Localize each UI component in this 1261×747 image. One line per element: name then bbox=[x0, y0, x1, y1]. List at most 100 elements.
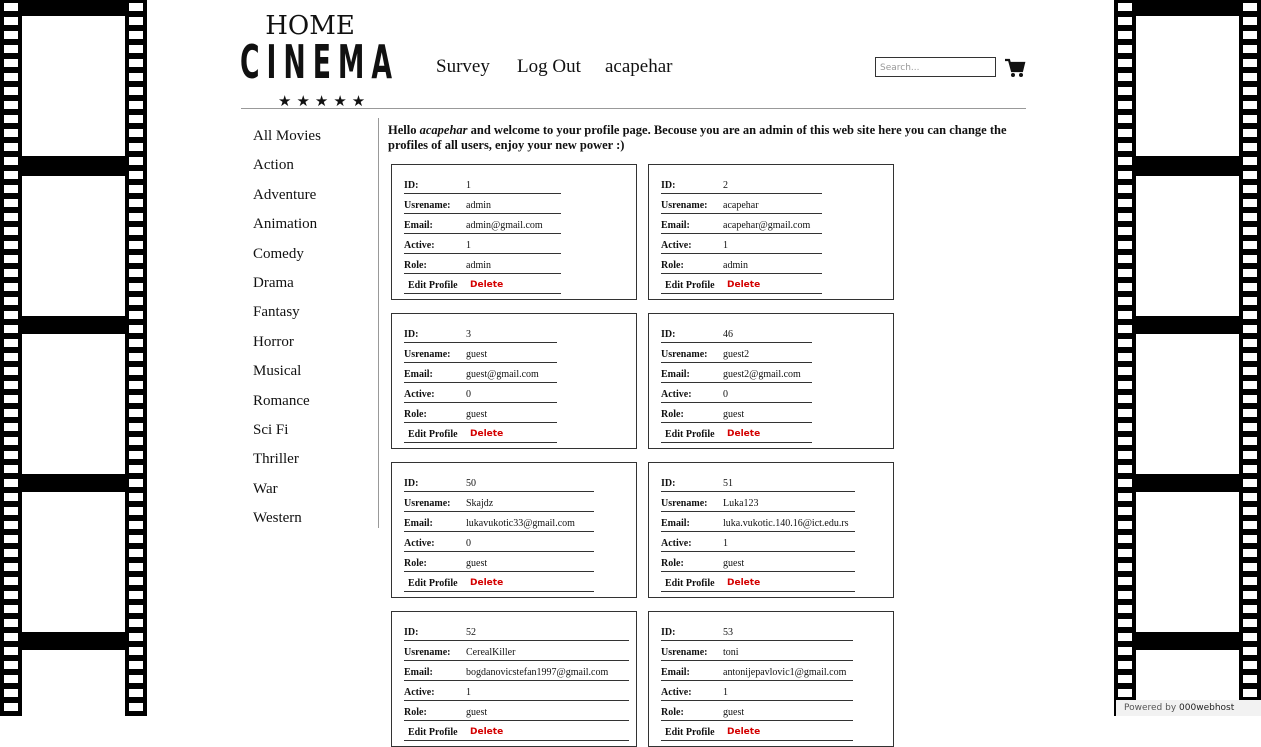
nav-username[interactable]: acapehar bbox=[605, 56, 673, 78]
welcome-message: Hello acapehar and welcome to your profi… bbox=[388, 123, 1048, 153]
welcome-hello: Hello bbox=[388, 123, 420, 137]
edit-profile-link[interactable]: Edit Profile bbox=[408, 727, 458, 738]
field-value: admin bbox=[466, 260, 491, 271]
sidebar-item-adventure[interactable]: Adventure bbox=[253, 185, 321, 214]
user-field-username: Usrename: Skajdz bbox=[404, 495, 594, 512]
film-holes bbox=[129, 0, 143, 716]
nav-survey[interactable]: Survey bbox=[436, 56, 490, 78]
user-field-id: ID: 46 bbox=[661, 326, 812, 343]
sidebar-item-all-movies[interactable]: All Movies bbox=[253, 126, 321, 155]
welcome-username: acapehar bbox=[419, 123, 468, 137]
field-value: 53 bbox=[723, 627, 733, 638]
field-label: Active: bbox=[404, 240, 435, 251]
edit-profile-link[interactable]: Edit Profile bbox=[665, 429, 715, 440]
field-label: Email: bbox=[661, 220, 690, 231]
user-field-role: Role: guest bbox=[661, 406, 812, 423]
field-value: 50 bbox=[466, 478, 476, 489]
edit-profile-link[interactable]: Edit Profile bbox=[408, 578, 458, 589]
film-frame bbox=[22, 492, 125, 632]
nav-username-link[interactable]: acapehar bbox=[605, 56, 673, 77]
sidebar-item-animation[interactable]: Animation bbox=[253, 214, 321, 243]
film-frame bbox=[22, 650, 125, 716]
field-value: guest2@gmail.com bbox=[723, 369, 801, 380]
user-card: ID: 53 Usrename: toni Email: antonijepavlovic… bbox=[648, 611, 894, 747]
sidebar-item-comedy[interactable]: Comedy bbox=[253, 244, 321, 273]
field-label: Email: bbox=[404, 369, 433, 380]
user-field-active: Active: 1 bbox=[404, 684, 629, 701]
user-field-active: Active: 0 bbox=[404, 535, 594, 552]
user-field-username: Usrename: acapehar bbox=[661, 197, 822, 214]
sidebar-item-war[interactable]: War bbox=[253, 479, 321, 508]
edit-profile-link[interactable]: Edit Profile bbox=[665, 280, 715, 291]
field-label: ID: bbox=[661, 627, 676, 638]
edit-profile-link[interactable]: Edit Profile bbox=[408, 280, 458, 291]
sidebar-item-action[interactable]: Action bbox=[253, 155, 321, 184]
field-value: guest bbox=[466, 349, 488, 360]
film-holes bbox=[1118, 0, 1132, 716]
user-field-username: Usrename: Luka123 bbox=[661, 495, 855, 512]
sidebar-item-sci-fi[interactable]: Sci Fi bbox=[253, 420, 321, 449]
user-field-role: Role: guest bbox=[661, 704, 853, 721]
user-field-id: ID: 1 bbox=[404, 177, 561, 194]
field-label: Usrename: bbox=[661, 498, 708, 509]
field-value: Skajdz bbox=[466, 498, 494, 509]
sidebar-item-fantasy[interactable]: Fantasy bbox=[253, 302, 321, 331]
field-value: 0 bbox=[723, 389, 728, 400]
field-label: Active: bbox=[404, 538, 435, 549]
field-value: guest bbox=[723, 558, 745, 569]
user-card: ID: 46 Usrename: guest2 Email: guest2@gmail.c… bbox=[648, 313, 894, 449]
field-label: ID: bbox=[404, 180, 419, 191]
field-label: Role: bbox=[661, 707, 684, 718]
field-label: ID: bbox=[661, 180, 676, 191]
sidebar-item-romance[interactable]: Romance bbox=[253, 391, 321, 420]
delete-link[interactable]: Delete bbox=[470, 578, 503, 588]
hosting-badge[interactable]: Powered by 000webhost bbox=[1116, 700, 1261, 716]
genre-sidebar: All Movies Action Adventure Animation Co… bbox=[253, 126, 321, 537]
edit-profile-link[interactable]: Edit Profile bbox=[408, 429, 458, 440]
field-value: guest bbox=[723, 707, 745, 718]
delete-link[interactable]: Delete bbox=[727, 429, 760, 439]
user-field-role: Role: guest bbox=[404, 406, 557, 423]
site-logo[interactable]: HOME CINEMA ★★★★★ bbox=[240, 12, 410, 110]
search-input[interactable]: Search... bbox=[875, 57, 996, 77]
welcome-text: and welcome to your profile page. Becous… bbox=[388, 123, 1007, 152]
delete-link[interactable]: Delete bbox=[470, 280, 503, 290]
field-label: Usrename: bbox=[404, 200, 451, 211]
delete-link[interactable]: Delete bbox=[470, 429, 503, 439]
sidebar-item-western[interactable]: Western bbox=[253, 508, 321, 537]
field-label: Active: bbox=[661, 687, 692, 698]
delete-link[interactable]: Delete bbox=[727, 727, 760, 737]
field-value: luka.vukotic.140.16@ict.edu.rs bbox=[723, 518, 849, 529]
field-label: Usrename: bbox=[661, 349, 708, 360]
user-field-active: Active: 1 bbox=[661, 535, 855, 552]
field-label: ID: bbox=[404, 627, 419, 638]
cart-icon[interactable] bbox=[1004, 58, 1026, 78]
edit-profile-link[interactable]: Edit Profile bbox=[665, 578, 715, 589]
delete-link[interactable]: Delete bbox=[727, 280, 760, 290]
nav-logout[interactable]: Log Out bbox=[517, 56, 581, 78]
user-field-role: Role: guest bbox=[404, 555, 594, 572]
nav-logout-link[interactable]: Log Out bbox=[517, 56, 581, 77]
field-value: 1 bbox=[723, 240, 728, 251]
delete-link[interactable]: Delete bbox=[727, 578, 760, 588]
user-field-email: Email: guest2@gmail.com bbox=[661, 366, 812, 383]
sidebar-item-thriller[interactable]: Thriller bbox=[253, 449, 321, 478]
field-label: Usrename: bbox=[404, 498, 451, 509]
user-card: ID: 51 Usrename: Luka123 Email: luka.vukotic.… bbox=[648, 462, 894, 598]
user-card: ID: 52 Usrename: CerealKiller Email: bogdanov… bbox=[391, 611, 637, 747]
field-label: Usrename: bbox=[661, 647, 708, 658]
delete-link[interactable]: Delete bbox=[470, 727, 503, 737]
field-label: Role: bbox=[661, 260, 684, 271]
edit-profile-link[interactable]: Edit Profile bbox=[665, 727, 715, 738]
nav-survey-link[interactable]: Survey bbox=[436, 56, 490, 77]
sidebar-item-horror[interactable]: Horror bbox=[253, 332, 321, 361]
film-frame bbox=[1136, 492, 1239, 632]
field-label: Active: bbox=[661, 538, 692, 549]
user-actions: Edit Profile Delete bbox=[404, 426, 557, 443]
field-label: ID: bbox=[661, 329, 676, 340]
field-value: 3 bbox=[466, 329, 471, 340]
logo-cinema-text: CINEMA bbox=[240, 35, 400, 89]
sidebar-item-drama[interactable]: Drama bbox=[253, 273, 321, 302]
user-field-id: ID: 2 bbox=[661, 177, 822, 194]
sidebar-item-musical[interactable]: Musical bbox=[253, 361, 321, 390]
